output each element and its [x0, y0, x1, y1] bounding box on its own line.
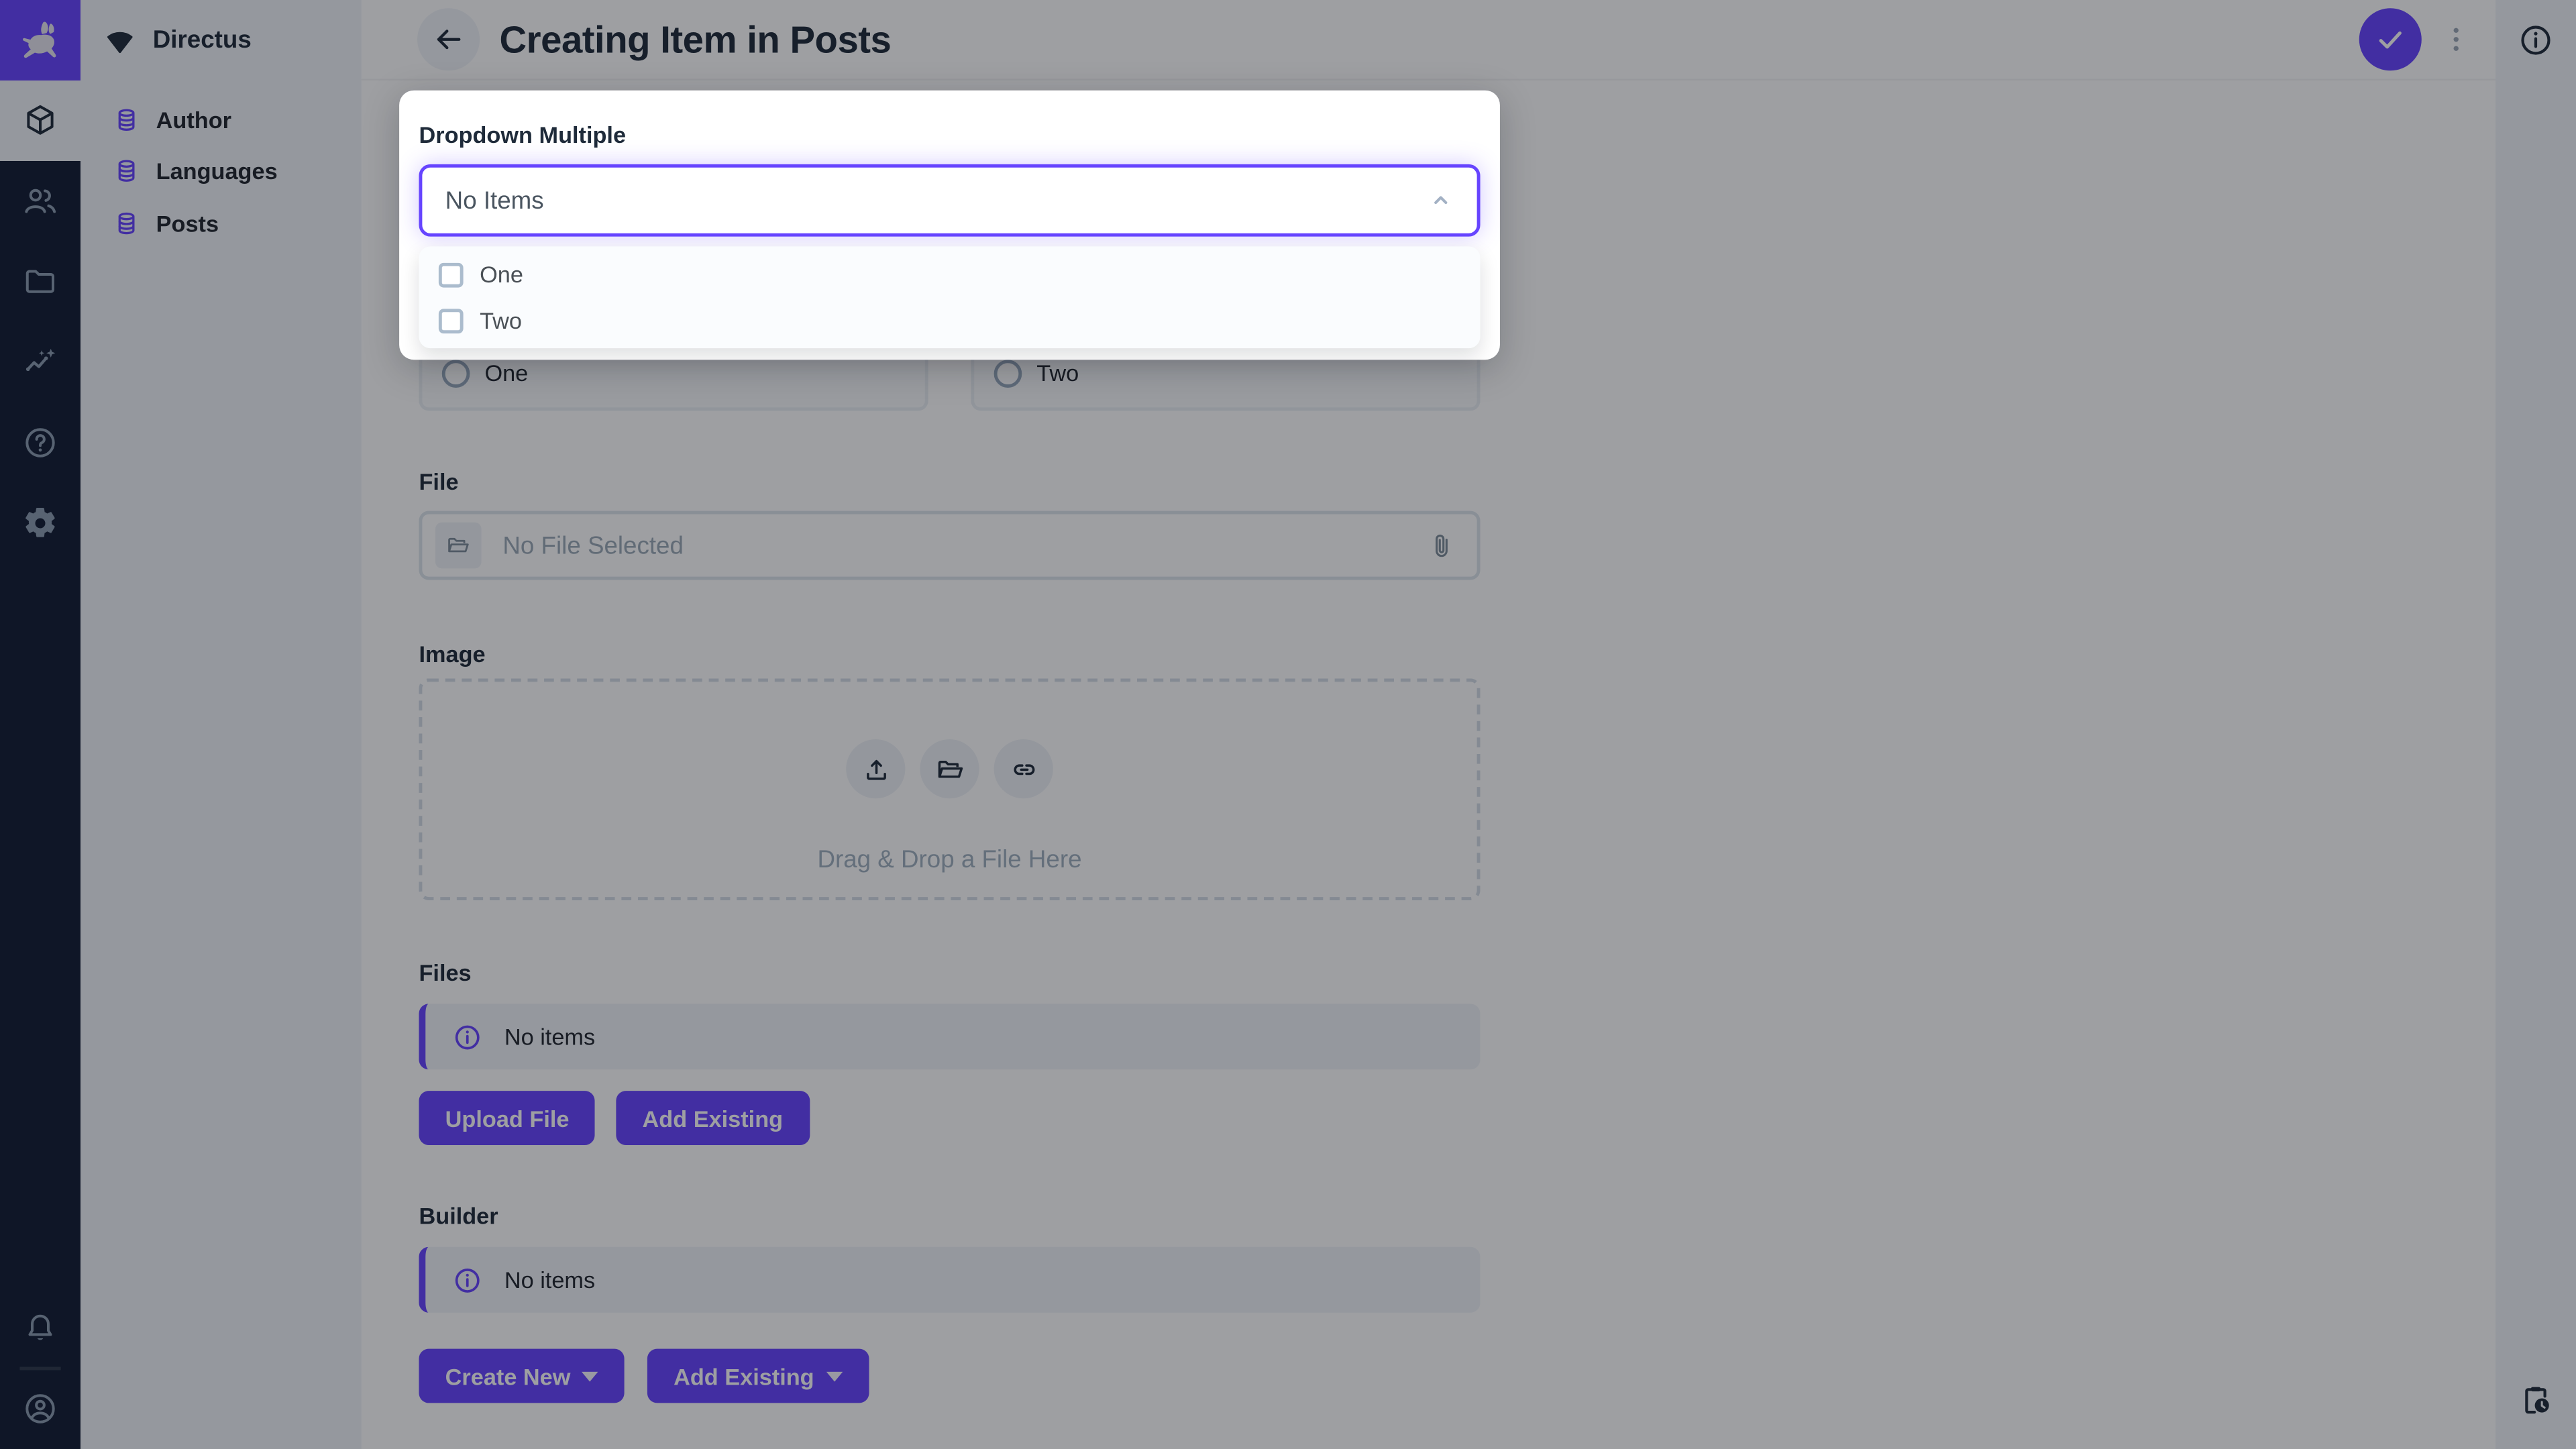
dropdown-option-one[interactable]: One — [419, 252, 1480, 298]
dropdown-option-two[interactable]: Two — [419, 297, 1480, 343]
checkbox-icon[interactable] — [438, 308, 464, 333]
dropdown-select[interactable]: No Items — [419, 164, 1481, 237]
checkbox-icon[interactable] — [438, 262, 464, 287]
dropdown-field-label: Dropdown Multiple — [419, 121, 627, 148]
option-label: Two — [480, 307, 523, 334]
dropdown-multiple-panel: Dropdown Multiple No Items One Two — [399, 90, 1500, 360]
option-label: One — [480, 261, 523, 288]
dropdown-menu: One Two — [419, 246, 1481, 349]
chevron-up-icon — [1424, 184, 1457, 217]
directus-app: Directus Author Languages Posts Creating… — [0, 0, 2576, 1449]
dropdown-value: No Items — [445, 186, 544, 215]
